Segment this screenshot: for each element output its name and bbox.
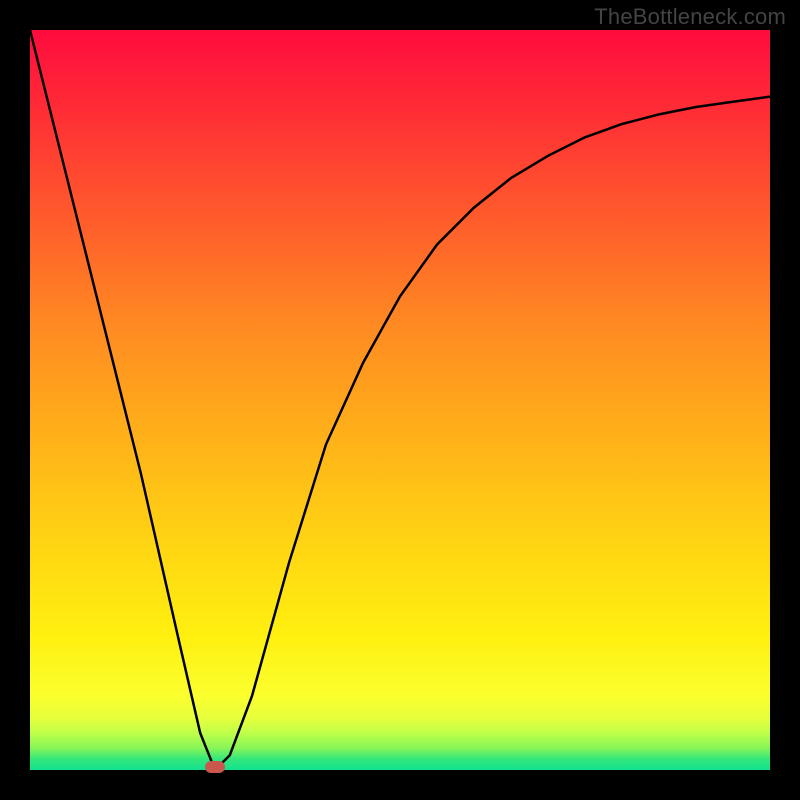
plot-area (30, 30, 770, 770)
chart-frame: TheBottleneck.com (0, 0, 800, 800)
watermark-text: TheBottleneck.com (594, 4, 786, 30)
curve-svg (30, 30, 770, 770)
bottleneck-curve-path (30, 30, 770, 770)
minimum-marker (205, 761, 225, 773)
